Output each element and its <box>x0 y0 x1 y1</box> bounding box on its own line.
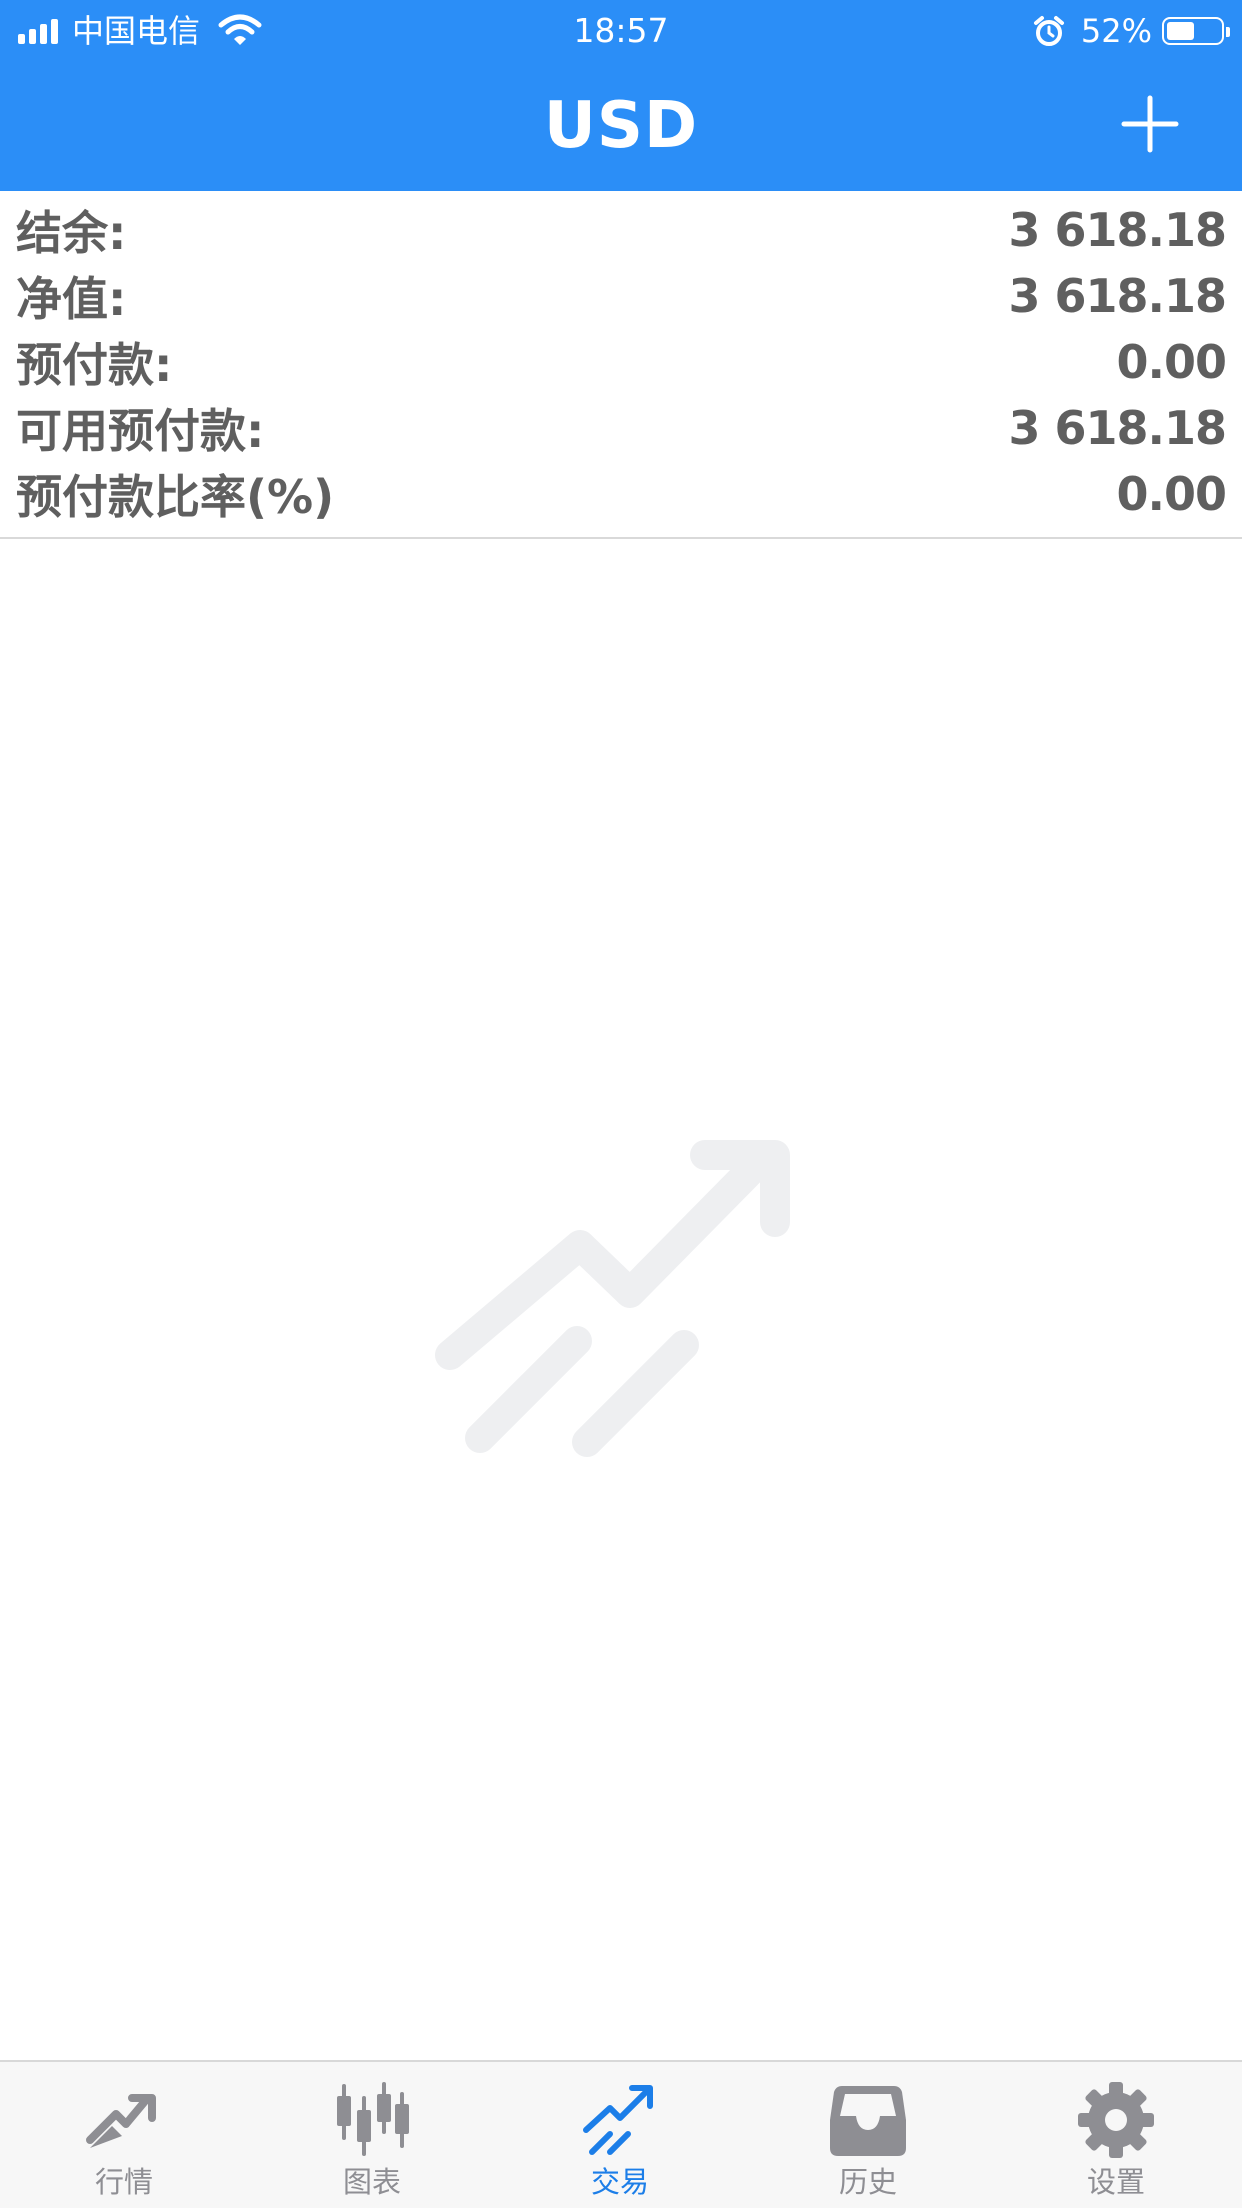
account-summary: 结余: 3 618.18 净值: 3 618.18 预付款: 0.00 可用预付… <box>0 191 1242 539</box>
plus-icon <box>1121 95 1179 153</box>
margin-level-row: 预付款比率(%) 0.00 <box>16 461 1227 527</box>
battery-level <box>1167 22 1195 40</box>
tab-history[interactable]: 历史 <box>744 2062 992 2210</box>
free-margin-row: 可用预付款: 3 618.18 <box>16 395 1227 461</box>
alarm-icon <box>1033 16 1064 46</box>
tab-bar: 行情 图表 交易 历史 设置 <box>0 2060 1242 2208</box>
margin-row: 预付款: 0.00 <box>16 329 1227 395</box>
inbox-history-icon <box>830 2086 906 2156</box>
equity-value: 3 618.18 <box>1008 269 1227 323</box>
battery-percent: 52% <box>1080 12 1152 50</box>
balance-value: 3 618.18 <box>1008 203 1227 257</box>
trade-trend-icon <box>435 1140 790 1457</box>
margin-level-label: 预付款比率(%) <box>16 470 335 524</box>
tab-charts[interactable]: 图表 <box>248 2062 496 2210</box>
add-button[interactable] <box>1120 94 1180 154</box>
free-margin-value: 3 618.18 <box>1008 401 1227 455</box>
trade-icon <box>583 2085 653 2155</box>
margin-level-value: 0.00 <box>1116 467 1227 521</box>
tab-settings-label: 设置 <box>1086 2165 1145 2199</box>
free-margin-label: 可用预付款: <box>16 404 265 458</box>
tab-history-label: 历史 <box>838 2165 897 2199</box>
tab-trade-label: 交易 <box>590 2165 649 2199</box>
tab-charts-label: 图表 <box>342 2165 401 2199</box>
equity-label: 净值: <box>16 272 127 326</box>
candlestick-chart-icon <box>337 2082 409 2156</box>
quotes-icon <box>86 2094 156 2148</box>
equity-row: 净值: 3 618.18 <box>16 263 1227 329</box>
gear-icon <box>1078 2082 1154 2158</box>
battery-icon <box>1162 17 1230 45</box>
page-title: USD <box>543 89 699 163</box>
balance-row: 结余: 3 618.18 <box>16 197 1227 263</box>
tab-quotes[interactable]: 行情 <box>0 2062 248 2210</box>
tab-quotes-label: 行情 <box>94 2165 153 2199</box>
margin-label: 预付款: <box>16 338 173 392</box>
margin-value: 0.00 <box>1116 335 1227 389</box>
status-bar: 中国电信 18:57 52% <box>0 0 1242 62</box>
balance-label: 结余: <box>16 206 127 260</box>
tab-trade[interactable]: 交易 <box>496 2062 744 2210</box>
navigation-bar: 中国电信 18:57 52% USD <box>0 0 1242 191</box>
tab-settings[interactable]: 设置 <box>992 2062 1240 2210</box>
status-right: 52% <box>1033 10 1230 52</box>
